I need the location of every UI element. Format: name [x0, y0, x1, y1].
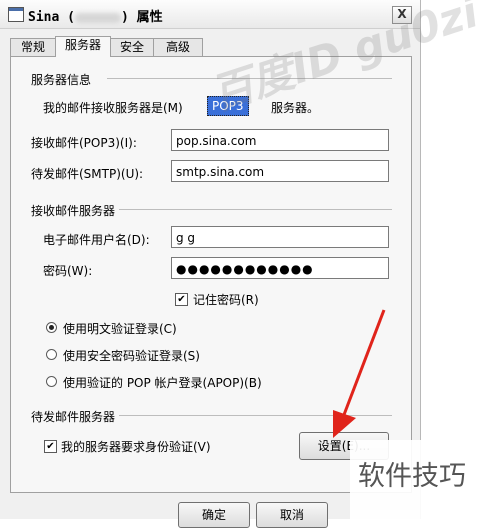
arrow-shaft: [340, 309, 386, 421]
tab-servers[interactable]: 服务器: [55, 36, 111, 57]
corner-watermark-text: 软件技巧: [358, 461, 466, 492]
corner-watermark: 软件技巧: [350, 440, 500, 519]
arrow-head: [333, 410, 356, 438]
